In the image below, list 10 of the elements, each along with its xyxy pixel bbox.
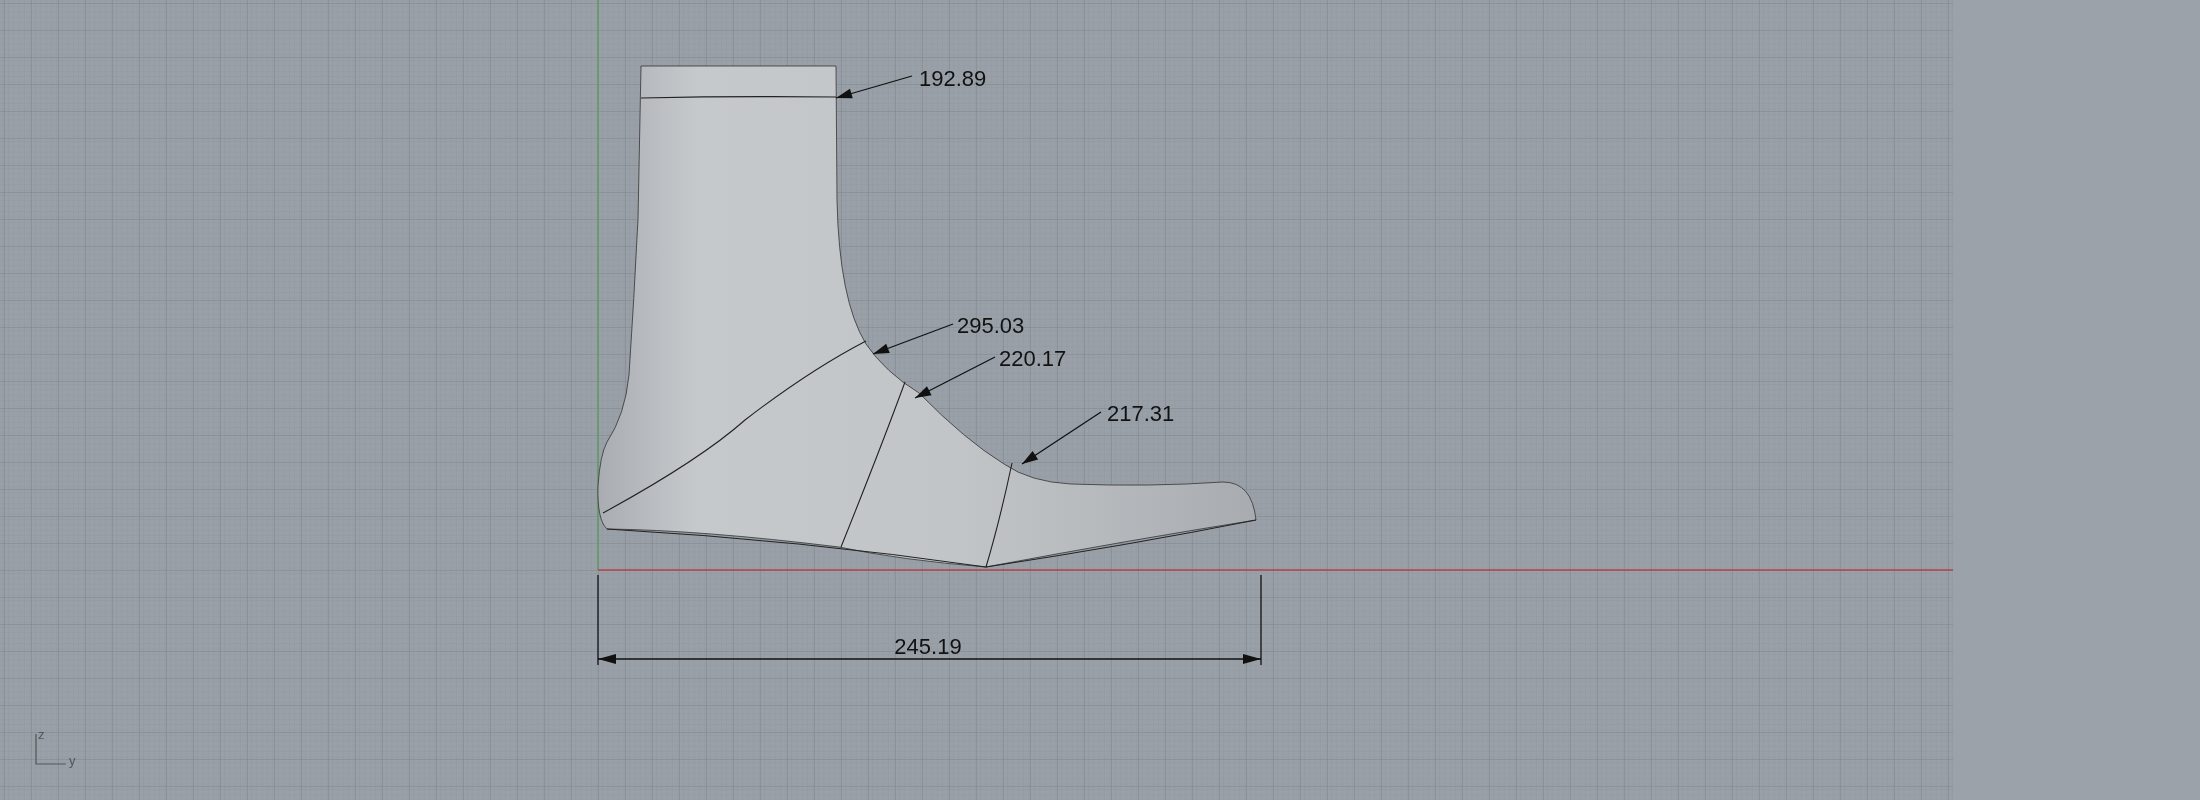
axis-label: y	[69, 753, 76, 768]
dimension-label: 192.89	[919, 66, 987, 91]
dimension-label: 217.31	[1107, 401, 1175, 426]
dimension-label: 295.03	[957, 313, 1025, 338]
axis-label: z	[38, 727, 45, 742]
dimension-label: 220.17	[999, 346, 1067, 371]
axis-icon	[35, 733, 67, 765]
viewport[interactable]: 192.89 295.03 220.17 217.31 245.19 z y	[0, 0, 1953, 800]
dimension-label: 245.19	[894, 634, 962, 659]
boot-last-drawing[interactable]	[597, 65, 1257, 568]
